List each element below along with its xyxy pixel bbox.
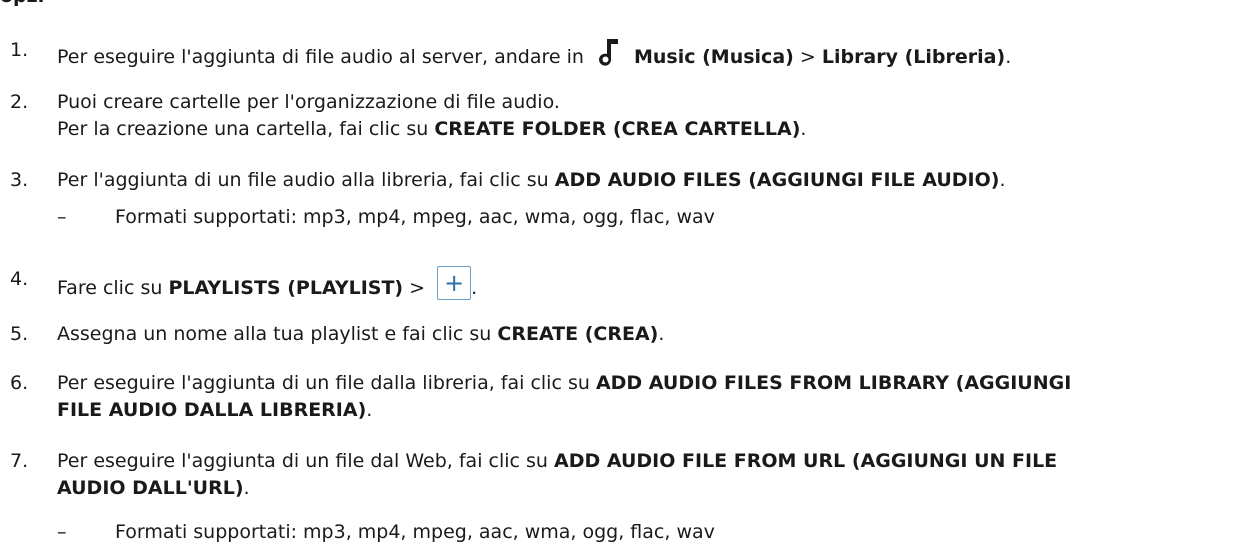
section-heading-fragment: opzi [0,0,44,10]
add-audio-files-label: ADD AUDIO FILES (AGGIUNGI FILE AUDIO) [554,169,1000,191]
step-text: Per la creazione una cartella, fai clic … [57,117,429,140]
music-note-icon [598,37,620,75]
step-number: 1. [10,39,29,61]
add-from-library-label: ADD AUDIO FILES FROM LIBRARY (AGGIUNGI [595,372,1072,394]
add-from-url-label: ADD AUDIO FILE FROM URL (AGGIUNGI UN FIL… [554,450,1058,472]
step-number: 5. [10,323,29,345]
create-folder-label: CREATE FOLDER (CREA CARTELLA) [434,117,801,140]
step-number: 2. [10,91,29,113]
breadcrumb-separator: > [409,277,426,299]
step-number: 4. [10,268,29,290]
step-number: 3. [10,169,29,191]
step-text: Per eseguire l'aggiunta di un file dalla… [57,372,590,394]
step-text: Per eseguire l'aggiunta di un file dal W… [57,450,548,472]
menu-library-label: Library (Libreria) [821,46,1006,68]
add-from-library-label-cont: FILE AUDIO DALLA LIBRERIA) [57,398,367,421]
breadcrumb-separator: > [799,46,816,68]
step-text: Per l'aggiunta di un file audio alla lib… [57,169,549,191]
step-text: Puoi creare cartelle per l'organizzazion… [57,91,560,113]
create-label: CREATE (CREA) [497,323,659,345]
step-text: Per eseguire l'aggiunta di file audio al… [57,46,584,68]
supported-formats-text: Formati supportati: mp3, mp4, mpeg, aac,… [115,206,715,228]
step-number: 6. [10,372,29,394]
step-text: Assegna un nome alla tua playlist e fai … [57,323,492,345]
supported-formats-text: Formati supportati: mp3, mp4, mpeg, aac,… [115,521,715,543]
step-number: 7. [10,450,29,472]
playlists-label: PLAYLISTS (PLAYLIST) [168,277,404,299]
bullet-dash: – [57,521,67,543]
add-from-url-label-cont: AUDIO DALL'URL) [57,476,244,499]
step-text: Fare clic su [57,277,163,299]
menu-music-label: Music (Musica) [633,46,794,68]
plus-icon: + [444,269,465,297]
bullet-dash: – [57,206,67,228]
add-playlist-button[interactable]: + [437,266,472,300]
